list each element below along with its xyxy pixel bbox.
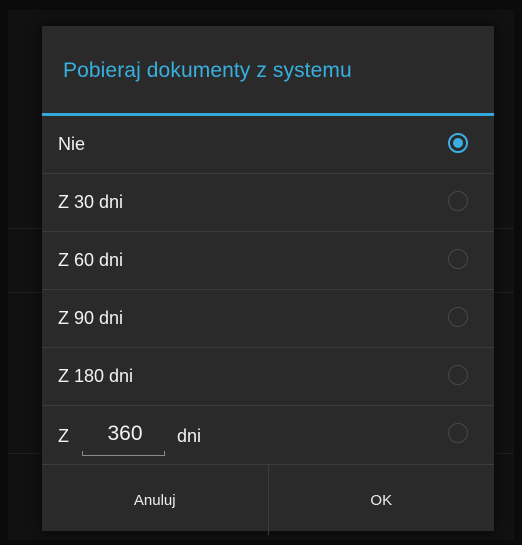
option-180-days[interactable]: Z 180 dni (42, 348, 494, 406)
dialog-title: Pobieraj dokumenty z systemu (63, 59, 352, 82)
radio-button[interactable] (448, 249, 468, 269)
option-nie[interactable]: Nie (42, 116, 494, 174)
ok-button[interactable]: OK (269, 465, 495, 535)
option-custom-days[interactable]: Z dni (42, 406, 494, 465)
radio-button[interactable] (448, 191, 468, 211)
custom-days-input[interactable] (84, 418, 166, 450)
radio-button-checked[interactable] (448, 133, 468, 153)
custom-prefix-label: Z (58, 426, 69, 446)
download-documents-dialog: Pobieraj dokumenty z systemu Nie Z 30 dn… (42, 26, 494, 535)
period-options-list: Nie Z 30 dni Z 60 dni Z 90 dni Z 180 dni (42, 116, 494, 406)
option-label: Z 180 dni (58, 366, 134, 386)
radio-button[interactable] (448, 307, 468, 327)
custom-days-input-underline (82, 451, 165, 456)
dialog-buttons: Anuluj OK (42, 465, 494, 535)
cancel-button[interactable]: Anuluj (42, 465, 268, 535)
option-label: Z 30 dni (58, 192, 124, 212)
option-30-days[interactable]: Z 30 dni (42, 174, 494, 232)
radio-button[interactable] (448, 365, 468, 385)
option-label: Z 90 dni (58, 308, 124, 328)
dialog-header: Pobieraj dokumenty z systemu (42, 26, 494, 113)
option-60-days[interactable]: Z 60 dni (42, 232, 494, 290)
option-label: Z 60 dni (58, 250, 124, 270)
custom-suffix-label: dni (177, 426, 202, 446)
option-90-days[interactable]: Z 90 dni (42, 290, 494, 348)
radio-button[interactable] (448, 423, 468, 443)
option-label: Nie (58, 134, 86, 154)
